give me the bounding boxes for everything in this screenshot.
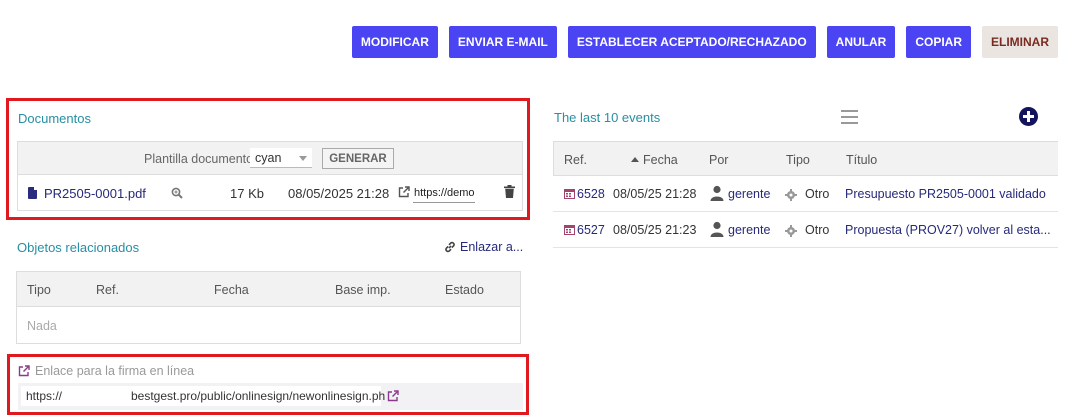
table-row: 6528 08/05/25 21:28 gerente Otro Presupu…: [553, 176, 1058, 212]
template-select[interactable]: cyan: [250, 148, 312, 168]
chain-link-icon: [445, 241, 455, 253]
trash-icon[interactable]: [504, 185, 515, 198]
documents-section: Documentos Plantilla documento cyan GENE…: [6, 98, 530, 220]
copy-button[interactable]: COPIAR: [906, 26, 971, 58]
document-row: PR2505-0001.pdf 17 Kb 08/05/2025 21:28: [18, 175, 522, 211]
online-sign-section: Enlace para la firma en línea https:// b…: [7, 354, 529, 415]
documents-title: Documentos: [18, 111, 91, 126]
column-ref[interactable]: Ref.: [564, 153, 587, 167]
pdf-file-icon: [28, 187, 37, 199]
column-date: Fecha: [214, 283, 249, 297]
external-link-icon: [18, 365, 30, 377]
link-to-label: Enlazar a...: [460, 240, 524, 254]
document-size: 17 Kb: [230, 186, 264, 201]
column-type: Tipo: [27, 283, 51, 297]
send-email-button[interactable]: ENVIAR E-MAIL: [448, 26, 557, 58]
column-by[interactable]: Por: [709, 153, 728, 167]
online-sign-url-prefix: https://: [26, 389, 63, 403]
user-icon: [710, 221, 724, 237]
documents-table: Plantilla documento cyan GENERAR PR2505-…: [17, 141, 523, 211]
event-title-link[interactable]: Presupuesto PR2505-0001 validado: [845, 187, 1046, 201]
column-base-amount: Base imp.: [335, 283, 391, 297]
template-select-value: cyan: [255, 151, 282, 165]
empty-state-text: Nada: [27, 319, 57, 333]
event-ref-link[interactable]: 6527: [577, 223, 605, 237]
event-ref-link[interactable]: 6528: [577, 187, 605, 201]
document-public-link-input[interactable]: [413, 184, 475, 203]
event-type: Otro: [805, 187, 830, 201]
set-accepted-rejected-button[interactable]: ESTABLECER ACEPTADO/RECHAZADO: [567, 26, 816, 58]
sort-asc-icon: [631, 157, 639, 162]
template-label: Plantilla documento: [144, 152, 254, 166]
event-date: 08/05/25 21:23: [613, 223, 697, 237]
action-toolbar: MODIFICAR ENVIAR E-MAIL ESTABLECER ACEPT…: [351, 26, 1058, 58]
event-user-link[interactable]: gerente: [728, 223, 770, 237]
documents-table-header: Plantilla documento cyan GENERAR: [18, 142, 522, 175]
gear-icon: [785, 225, 797, 237]
modify-button[interactable]: MODIFICAR: [351, 26, 438, 58]
external-link-icon[interactable]: [398, 186, 410, 198]
online-sign-label: Enlace para la firma en línea: [35, 364, 195, 378]
menu-icon[interactable]: [841, 110, 858, 124]
document-date: 08/05/2025 21:28: [288, 186, 390, 201]
generate-button[interactable]: GENERAR: [322, 148, 394, 169]
online-sign-label-row: Enlace para la firma en línea: [18, 364, 194, 378]
open-link-icon[interactable]: [387, 390, 399, 402]
events-title: The last 10 events: [554, 110, 661, 125]
event-type: Otro: [805, 223, 830, 237]
online-sign-url-suffix: bestgest.pro/public/onlinesign/newonline…: [131, 389, 386, 403]
event-title-link[interactable]: Propuesta (PROV27) volver al esta...: [845, 223, 1051, 237]
related-objects-header: Tipo Ref. Fecha Base imp. Estado: [17, 272, 520, 307]
chevron-down-icon: [299, 156, 307, 161]
user-icon: [710, 185, 724, 201]
online-sign-url-input[interactable]: https:// bestgest.pro/public/onlinesign/…: [21, 386, 385, 406]
delete-button[interactable]: ELIMINAR: [982, 26, 1058, 58]
preview-zoom-icon[interactable]: [171, 187, 183, 199]
column-ref: Ref.: [96, 283, 119, 297]
calendar-icon: [564, 189, 575, 199]
column-date[interactable]: Fecha: [631, 153, 678, 167]
table-row: 6527 08/05/25 21:23 gerente Otro Propues…: [553, 212, 1058, 248]
events-table: Ref. Fecha Por Tipo Título 6528 08/05/25…: [553, 141, 1058, 248]
events-table-header: Ref. Fecha Por Tipo Título: [553, 141, 1058, 176]
column-type[interactable]: Tipo: [786, 153, 810, 167]
calendar-icon: [564, 225, 575, 235]
column-status: Estado: [445, 283, 484, 297]
related-objects-table: Tipo Ref. Fecha Base imp. Estado Nada: [16, 271, 521, 344]
event-date: 08/05/25 21:28: [613, 187, 697, 201]
event-user-link[interactable]: gerente: [728, 187, 770, 201]
add-event-icon[interactable]: [1019, 107, 1038, 126]
related-objects-title: Objetos relacionados: [17, 240, 140, 255]
link-to-button[interactable]: Enlazar a...: [444, 240, 523, 254]
gear-icon: [785, 189, 797, 201]
online-sign-field: https:// bestgest.pro/public/onlinesign/…: [18, 383, 523, 410]
column-title[interactable]: Título: [846, 153, 877, 167]
document-file-link[interactable]: PR2505-0001.pdf: [44, 186, 146, 201]
cancel-button[interactable]: ANULAR: [826, 26, 896, 58]
